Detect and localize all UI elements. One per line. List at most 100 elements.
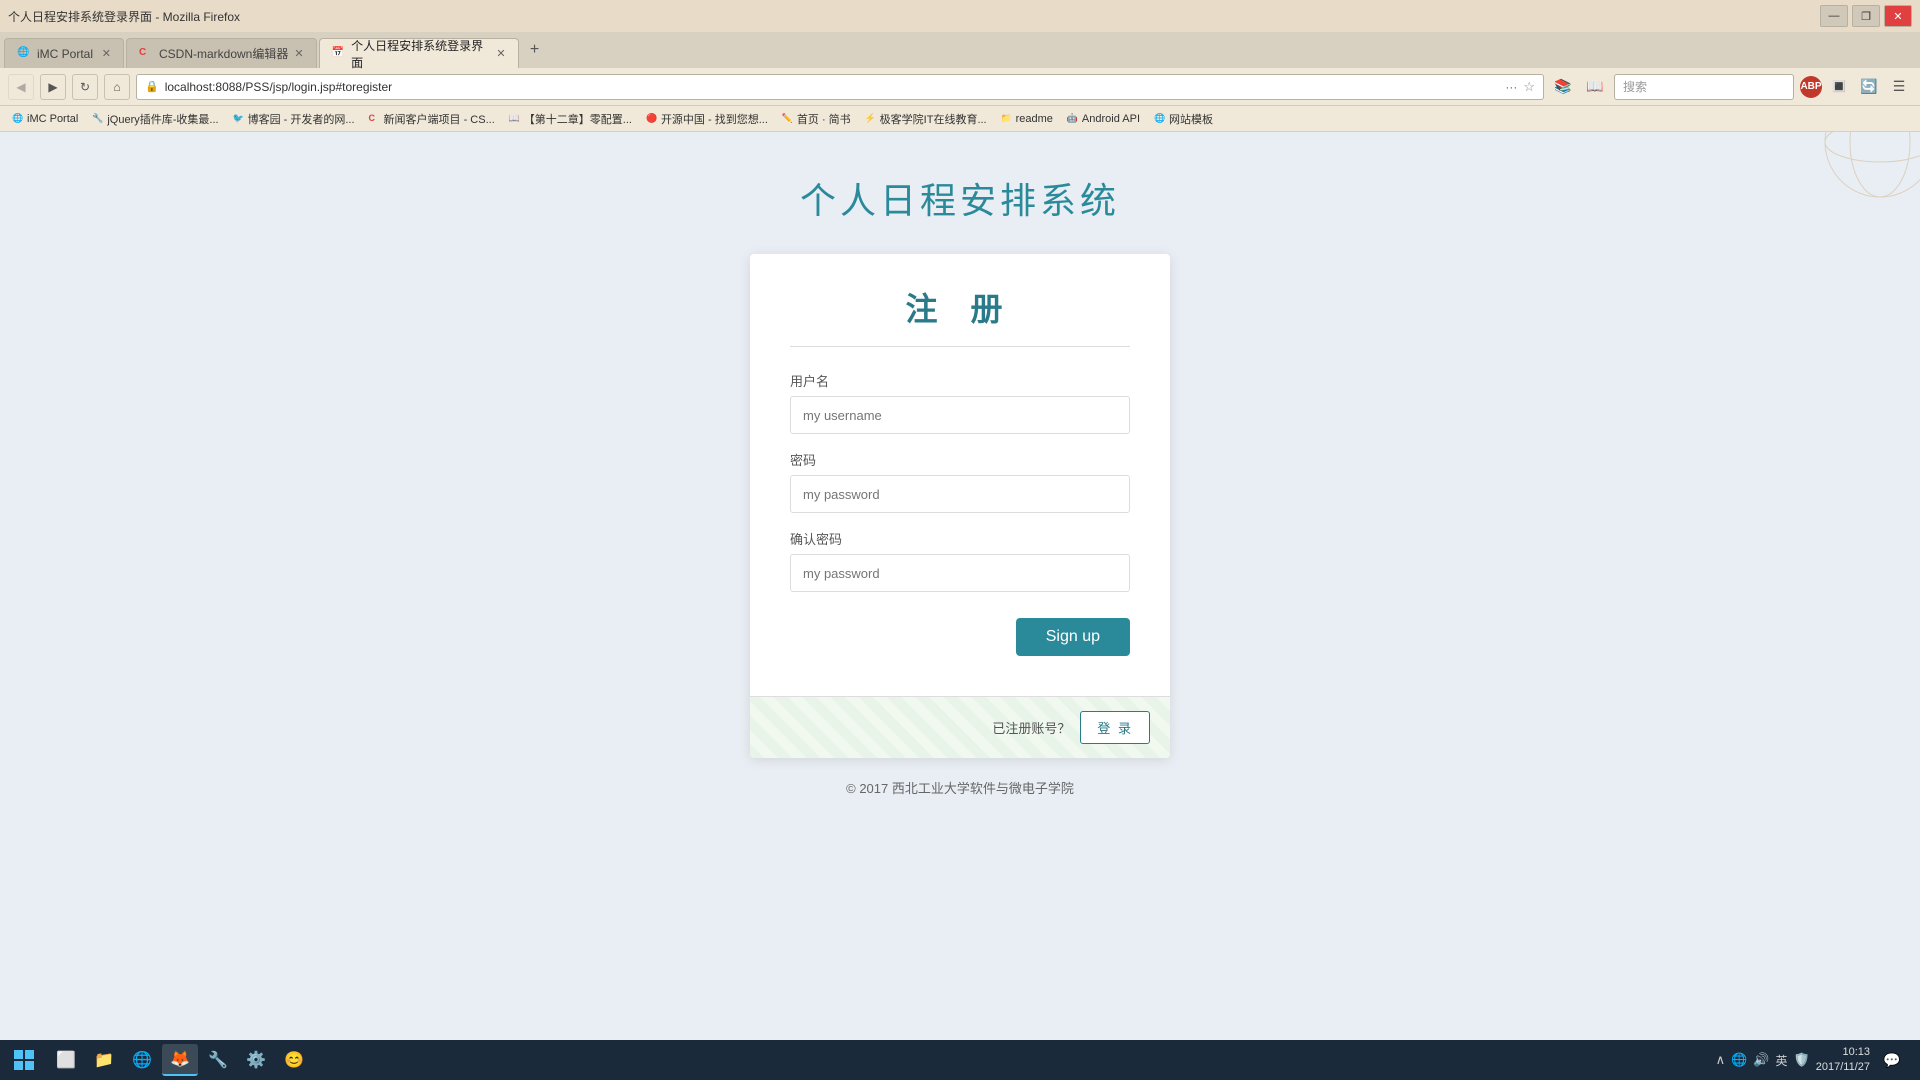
bookmark-favicon-csdn-news: C <box>369 113 381 125</box>
tab-close-3[interactable]: ✕ <box>496 47 505 60</box>
search-placeholder: 搜索 <box>1623 78 1647 95</box>
login-button[interactable]: 登 录 <box>1080 711 1150 744</box>
close-button[interactable]: ✕ <box>1884 5 1912 27</box>
taskbar-app5[interactable]: 😊 <box>276 1044 312 1076</box>
username-input[interactable] <box>790 396 1130 434</box>
signup-row: Sign up <box>790 608 1130 666</box>
username-group: 用户名 <box>790 371 1130 434</box>
bookmark-label-jike: 极客学院IT在线教育... <box>880 111 987 127</box>
page-footer: © 2017 西北工业大学软件与微电子学院 <box>846 778 1074 797</box>
bookmark-android[interactable]: 🤖 Android API <box>1061 111 1146 127</box>
tab-label-3: 个人日程安排系统登录界面 <box>351 37 490 71</box>
tab-close-1[interactable]: ✕ <box>102 47 111 60</box>
bookmark-label-cnblogs: 博客园 - 开发者的网... <box>248 111 355 127</box>
address-text: localhost:8088/PSS/jsp/login.jsp#toregis… <box>165 80 1500 94</box>
lang-icon[interactable]: 英 <box>1776 1052 1788 1069</box>
home-button[interactable]: ⌂ <box>104 74 130 100</box>
restore-button[interactable]: ❐ <box>1852 5 1880 27</box>
bookmark-favicon-cnblogs: 🐦 <box>233 113 245 125</box>
globe-decoration <box>1780 132 1920 212</box>
already-text: 已注册账号？ <box>992 718 1070 737</box>
tray-chevron-icon[interactable]: ∧ <box>1716 1052 1726 1068</box>
title-bar-text: 个人日程安排系统登录界面 - Mozilla Firefox <box>8 8 240 25</box>
bookmark-label-oschina: 开源中国 - 找到您想... <box>661 111 768 127</box>
network-icon[interactable]: 🌐 <box>1731 1052 1747 1068</box>
taskbar-firefox[interactable]: 🦊 <box>162 1044 198 1076</box>
bookmark-jike[interactable]: ⚡ 极客学院IT在线教育... <box>859 109 993 129</box>
start-button[interactable] <box>4 1044 44 1076</box>
page-title: 个人日程安排系统 <box>800 172 1120 224</box>
tab-imc-portal[interactable]: 🌐 iMC Portal ✕ <box>4 38 124 68</box>
bookmark-favicon-templates: 🌐 <box>1154 113 1166 125</box>
new-tab-button[interactable]: + <box>521 38 549 62</box>
title-bar: 个人日程安排系统登录界面 - Mozilla Firefox — ❐ ✕ <box>0 0 1920 32</box>
back-button[interactable]: ◀ <box>8 74 34 100</box>
card-footer: 已注册账号？ 登 录 <box>750 696 1170 758</box>
password-input[interactable] <box>790 475 1130 513</box>
tab-close-2[interactable]: ✕ <box>294 47 303 60</box>
tab-favicon-2: C <box>139 47 153 61</box>
tab-pss[interactable]: 📅 个人日程安排系统登录界面 ✕ <box>319 38 519 68</box>
security-icon: 🔒 <box>145 80 159 93</box>
address-options-icon[interactable]: ··· <box>1505 80 1517 94</box>
card-divider <box>790 346 1130 347</box>
sync-icon[interactable]: 🔄 <box>1856 74 1882 100</box>
bookmark-templates[interactable]: 🌐 网站模板 <box>1148 109 1219 129</box>
forward-button[interactable]: ▶ <box>40 74 66 100</box>
refresh-button[interactable]: ↻ <box>72 74 98 100</box>
abp-icon[interactable]: ABP <box>1800 76 1822 98</box>
bookmark-jquery[interactable]: 🔧 jQuery插件库-收集最... <box>86 109 224 129</box>
taskbar-task-view[interactable]: ⬜ <box>48 1044 84 1076</box>
taskbar: ⬜ 📁 🌐 🦊 🔧 ⚙️ 😊 ∧ 🌐 🔊 英 🛡️ 10:13 2017/11/… <box>0 1040 1920 1080</box>
nav-bar: ◀ ▶ ↻ ⌂ 🔒 localhost:8088/PSS/jsp/login.j… <box>0 68 1920 106</box>
bookmark-favicon-oschina: 🔴 <box>646 113 658 125</box>
tab-favicon-3: 📅 <box>332 47 346 61</box>
page-content: 个人日程安排系统 注 册 用户名 密码 确认密码 Sign up 已注册账号 <box>0 132 1920 1040</box>
taskbar-right: ∧ 🌐 🔊 英 🛡️ 10:13 2017/11/27 💬 <box>1716 1044 1916 1076</box>
nav-right-icons: ABP 🔳 🔄 ☰ <box>1800 74 1912 100</box>
tab-label-2: CSDN-markdown编辑器 <box>159 45 288 62</box>
taskbar-chrome[interactable]: 🌐 <box>124 1044 160 1076</box>
registration-card: 注 册 用户名 密码 确认密码 Sign up 已注册账号？ 登 录 <box>750 254 1170 758</box>
taskbar-dev-tool[interactable]: 🔧 <box>200 1044 236 1076</box>
bookmark-star-icon[interactable]: ☆ <box>1523 79 1535 95</box>
reading-mode-icon[interactable]: 📖 <box>1582 74 1608 100</box>
bookmarks-sidebar-icon[interactable]: 📚 <box>1550 74 1576 100</box>
bookmark-csdn-news[interactable]: C 新闻客户端项目 - CS... <box>363 109 501 129</box>
bookmark-favicon-ch12: 📖 <box>509 113 521 125</box>
bookmark-imc[interactable]: 🌐 iMC Portal <box>6 111 84 127</box>
bookmark-jianshu[interactable]: ✏️ 首页 · 简书 <box>776 109 857 129</box>
bookmark-favicon-jquery: 🔧 <box>92 113 104 125</box>
bookmark-label-jianshu: 首页 · 简书 <box>797 111 851 127</box>
taskbar-file-explorer[interactable]: 📁 <box>86 1044 122 1076</box>
signup-button[interactable]: Sign up <box>1016 618 1130 656</box>
clock-time: 10:13 <box>1816 1045 1870 1060</box>
menu-icon[interactable]: ☰ <box>1886 74 1912 100</box>
tab-favicon-1: 🌐 <box>17 47 31 61</box>
bookmark-favicon-imc: 🌐 <box>12 113 24 125</box>
taskbar-items: ⬜ 📁 🌐 🦊 🔧 ⚙️ 😊 <box>48 1044 312 1076</box>
bookmark-label-ch12: 【第十二章】零配置... <box>524 111 632 127</box>
password-group: 密码 <box>790 450 1130 513</box>
window-controls: — ❐ ✕ <box>1820 5 1912 27</box>
bookmark-ch12[interactable]: 📖 【第十二章】零配置... <box>503 109 638 129</box>
minimize-button[interactable]: — <box>1820 5 1848 27</box>
container-icon[interactable]: 🔳 <box>1826 74 1852 100</box>
card-body: 注 册 用户名 密码 确认密码 Sign up <box>750 254 1170 696</box>
username-label: 用户名 <box>790 371 1130 390</box>
taskbar-clock[interactable]: 10:13 2017/11/27 <box>1816 1045 1870 1076</box>
bookmark-label-templates: 网站模板 <box>1169 111 1213 127</box>
bookmark-oschina[interactable]: 🔴 开源中国 - 找到您想... <box>640 109 774 129</box>
bookmark-label-jquery: jQuery插件库-收集最... <box>107 111 218 127</box>
antivirus-icon[interactable]: 🛡️ <box>1794 1052 1810 1068</box>
bookmark-cnblogs[interactable]: 🐦 博客园 - 开发者的网... <box>227 109 361 129</box>
volume-icon[interactable]: 🔊 <box>1753 1052 1769 1068</box>
search-bar[interactable]: 搜索 <box>1614 74 1794 100</box>
confirm-input[interactable] <box>790 554 1130 592</box>
taskbar-settings[interactable]: ⚙️ <box>238 1044 274 1076</box>
address-bar[interactable]: 🔒 localhost:8088/PSS/jsp/login.jsp#toreg… <box>136 74 1544 100</box>
tab-csdn[interactable]: C CSDN-markdown编辑器 ✕ <box>126 38 317 68</box>
notification-icon[interactable]: 💬 <box>1876 1044 1908 1076</box>
confirm-label: 确认密码 <box>790 529 1130 548</box>
bookmark-readme[interactable]: 📁 readme <box>995 111 1059 127</box>
